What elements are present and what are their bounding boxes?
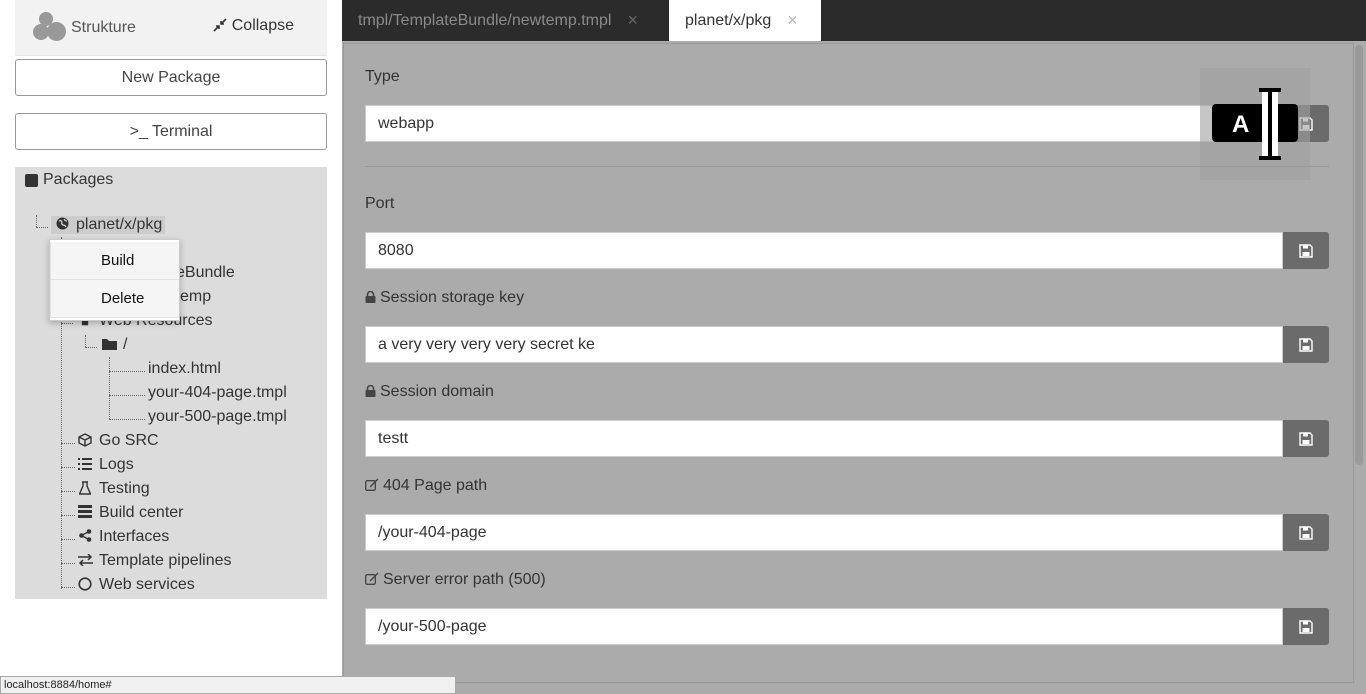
tab-newtemp[interactable]: tmpl/TemplateBundle/newtemp.tmpl × [342,0,667,41]
tree-node-testing[interactable]: Testing [77,480,150,498]
text-cursor-overlay: A [1200,68,1310,180]
type-input[interactable]: webapp [365,105,1283,142]
tree-node-root-label: planet/x/pkg [76,216,163,233]
exchange-icon [77,552,93,569]
context-menu: Build Delete [49,239,180,321]
session-domain-label: Session domain [365,383,494,401]
packages-title: Packages [43,171,114,188]
tree-file-404[interactable]: your-404-page.tmpl [148,384,287,402]
status-bar-url: localhost:8884/home# [0,676,456,694]
new-package-button[interactable]: New Package [15,59,327,96]
context-menu-build[interactable]: Build [50,242,179,280]
floppy-icon [1299,525,1313,540]
edit-icon [365,478,379,494]
page-404-label: 404 Page path [365,477,487,495]
floppy-icon [1299,619,1313,634]
folder-icon [101,338,117,353]
tree-node-build-center-label: Build center [99,504,184,521]
save-page-404-button[interactable] [1283,514,1329,551]
brand-name: Strukture [71,19,136,36]
text-cursor-icon: A [1212,88,1298,160]
tree-node-build-center[interactable]: Build center [77,504,184,522]
tree-node-web-services[interactable]: Web services [77,576,195,594]
tree-node-template-pipelines[interactable]: Template pipelines [77,552,232,570]
save-port-button[interactable] [1283,232,1329,269]
session-key-label: Session storage key [365,289,524,307]
port-input[interactable]: 8080 [365,232,1283,269]
circle-notch-icon [77,576,93,594]
tree-file-500[interactable]: your-500-page.tmpl [148,408,287,426]
tree-node-testing-label: Testing [99,480,150,497]
terminal-button[interactable]: >_ Terminal [15,113,327,150]
page-500-input[interactable]: /your-500-page [365,608,1283,645]
floppy-icon [1299,337,1313,352]
floppy-icon [1299,431,1313,446]
tree-node-interfaces[interactable]: Interfaces [77,528,169,546]
divider [365,166,1329,167]
tree-node-interfaces-label: Interfaces [99,528,170,545]
compress-icon [213,17,227,35]
tab-planet-pkg-label: planet/x/pkg [685,11,772,29]
tree-node-template-pipelines-label: Template pipelines [99,552,232,569]
collapse-button[interactable]: Collapse [213,17,294,35]
packages-icon [25,173,38,187]
tree-node-folder-root[interactable]: / [101,336,127,354]
tree-node-logs[interactable]: Logs [77,456,134,474]
page-404-input[interactable]: /your-404-page [365,514,1283,551]
save-session-domain-button[interactable] [1283,420,1329,457]
strukture-logo-icon [33,12,69,44]
edit-icon [365,572,379,588]
page-404-label-text: 404 Page path [383,477,488,494]
close-icon[interactable]: × [627,10,638,31]
globe-icon [54,217,70,233]
session-domain-input[interactable]: testt [365,420,1283,457]
session-key-input[interactable]: a very very very very secret ke [365,326,1283,363]
context-menu-delete[interactable]: Delete [50,280,179,318]
page-500-label: Server error path (500) [365,571,546,589]
lock-icon [365,384,376,400]
tree-node-template-bundle[interactable]: eBundle [176,264,235,282]
share-icon [77,529,93,545]
brand[interactable]: Strukture [33,12,136,44]
svg-text:A: A [1232,111,1249,138]
tree-node-go-src[interactable]: Go SRC [77,432,159,450]
packages-heading: Packages [25,171,113,189]
tab-planet-pkg[interactable]: planet/x/pkg × [669,0,821,41]
page-500-label-text: Server error path (500) [383,571,546,588]
port-label: Port [365,195,395,212]
tab-newtemp-label: tmpl/TemplateBundle/newtemp.tmpl [358,11,612,29]
package-tree: Packages planet/x/pkg eBundle emp ■ Web [15,167,327,599]
lock-icon [365,290,376,306]
session-domain-label-text: Session domain [380,383,494,400]
brand-bar: Strukture Collapse [15,0,327,56]
tab-bar: tmpl/TemplateBundle/newtemp.tmpl × plane… [342,0,1366,41]
server-icon [77,505,93,521]
close-icon[interactable]: × [787,10,798,31]
scrollbar[interactable] [1355,45,1363,465]
tree-node-folder-label: / [123,336,128,353]
list-icon [77,457,93,473]
sidebar: Strukture Collapse New Package >_ Termin… [0,0,342,694]
flask-icon [77,480,93,498]
tree-node-web-services-label: Web services [99,576,195,593]
main-area: tmpl/TemplateBundle/newtemp.tmpl × plane… [342,0,1366,694]
save-page-500-button[interactable] [1283,608,1329,645]
tree-node-go-src-label: Go SRC [99,432,159,449]
floppy-icon [1299,243,1313,258]
tree-node-logs-label: Logs [99,456,134,473]
collapse-label: Collapse [231,17,294,34]
tree-file-index[interactable]: index.html [148,360,221,378]
type-label: Type [365,68,400,85]
tree-node-newtemp[interactable]: emp [180,288,211,306]
session-key-label-text: Session storage key [380,289,525,306]
cube-icon [77,432,93,450]
package-settings-panel: Type webapp Port 8080 Session storage ke… [343,43,1354,683]
tree-node-root[interactable]: planet/x/pkg [51,216,166,234]
save-session-key-button[interactable] [1283,326,1329,363]
